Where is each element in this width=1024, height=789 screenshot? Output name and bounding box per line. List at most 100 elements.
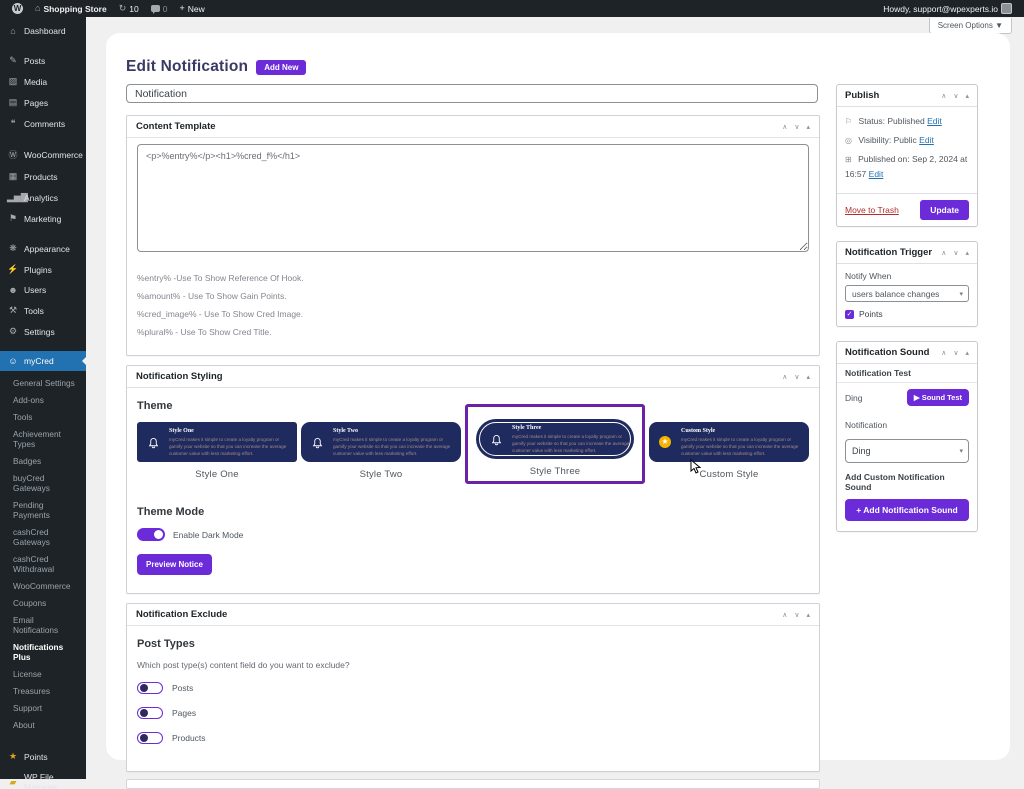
wp-logo-menu[interactable]: W bbox=[6, 0, 29, 17]
submenu-item-label: Support bbox=[13, 703, 42, 713]
box-title: Publish bbox=[845, 90, 879, 101]
update-button[interactable]: Update bbox=[920, 200, 969, 220]
submenu-item[interactable]: cashCred Withdrawal bbox=[0, 550, 86, 577]
submenu-item[interactable]: WooCommerce bbox=[0, 577, 86, 594]
move-up-icon[interactable]: ∧ bbox=[782, 123, 787, 131]
notification-title-input[interactable] bbox=[126, 84, 818, 103]
sidebar-item[interactable]: ❋ Appearance bbox=[0, 238, 86, 259]
move-down-icon[interactable]: ∨ bbox=[953, 249, 958, 257]
sidebar-item[interactable]: ★ Points bbox=[0, 746, 86, 767]
sidebar-item[interactable]: ▦ Products bbox=[0, 166, 86, 187]
home-icon: ⌂ bbox=[35, 4, 40, 13]
updates-menu[interactable]: ↻ 10 bbox=[113, 0, 145, 17]
submenu-item[interactable]: Treasures bbox=[0, 682, 86, 699]
move-to-trash-link[interactable]: Move to Trash bbox=[845, 205, 899, 215]
sidebar-item[interactable]: ⚡ Plugins bbox=[0, 259, 86, 280]
sound-test-button[interactable]: ▶ Sound Test bbox=[907, 389, 969, 406]
submenu-item[interactable]: Achievement Types bbox=[0, 425, 86, 452]
move-down-icon[interactable]: ∨ bbox=[794, 373, 799, 381]
submenu-item[interactable]: Support bbox=[0, 699, 86, 716]
content-template-textarea[interactable]: <p>%entry%</p><h1>%cred_f%</h1> bbox=[137, 144, 809, 252]
points-checkbox[interactable]: ✓ bbox=[845, 310, 854, 319]
move-up-icon[interactable]: ∧ bbox=[782, 611, 787, 619]
edit-link[interactable]: Edit bbox=[927, 116, 942, 126]
sidebar-item[interactable]: ⌂ Dashboard bbox=[0, 21, 86, 41]
submenu-item[interactable]: Tools bbox=[0, 408, 86, 425]
sidebar-item[interactable]: ⚒ Tools bbox=[0, 300, 86, 321]
comments-count: 0 bbox=[163, 4, 168, 14]
admin-sidebar: ⌂ Dashboard ✎ Posts ▨ Media ▤ Pages ❝ Co… bbox=[0, 17, 86, 779]
move-down-icon[interactable]: ∨ bbox=[953, 349, 958, 357]
submenu-item[interactable]: Notifications Plus bbox=[0, 638, 86, 665]
collapse-icon[interactable]: ▴ bbox=[806, 123, 810, 131]
bell-icon bbox=[491, 433, 502, 451]
sidebar-item-mycred[interactable]: ☺ myCred bbox=[0, 351, 86, 371]
screen-options-tab[interactable]: Screen Options ▼ bbox=[929, 18, 1012, 34]
add-sound-label: Add Notification Sound bbox=[863, 505, 957, 515]
edit-link[interactable]: Edit bbox=[869, 169, 884, 179]
preview-notice-button[interactable]: Preview Notice bbox=[137, 554, 212, 575]
exclude-toggle-row: Pages bbox=[137, 707, 809, 719]
sidebar-item[interactable]: ▨ Media bbox=[0, 71, 86, 92]
theme-option[interactable]: ★ Custom Style myCred makes it simple to… bbox=[649, 422, 809, 480]
sidebar-item[interactable]: ☻ Users bbox=[0, 280, 86, 300]
exclude-toggle[interactable] bbox=[137, 732, 163, 744]
submenu-item[interactable]: Coupons bbox=[0, 594, 86, 611]
sidebar-item[interactable]: ▂▅▇ Analytics bbox=[0, 187, 86, 208]
theme-option[interactable]: ★ Style Two myCred makes it simple to cr… bbox=[301, 422, 461, 480]
panel-title: Notification Styling bbox=[136, 371, 223, 382]
theme-option[interactable]: ★ Style Three myCred makes it simple to … bbox=[465, 404, 645, 484]
collapse-icon[interactable]: ▴ bbox=[965, 249, 969, 257]
account-menu[interactable]: Howdy, support@wpexperts.io bbox=[877, 0, 1018, 17]
exclude-toggle[interactable] bbox=[137, 707, 163, 719]
submenu-item[interactable]: Email Notifications bbox=[0, 611, 86, 638]
move-up-icon[interactable]: ∧ bbox=[941, 92, 946, 100]
submenu-item[interactable]: buyCred Gateways bbox=[0, 469, 86, 496]
submenu-item[interactable]: General Settings bbox=[0, 374, 86, 391]
collapse-icon[interactable]: ▴ bbox=[806, 611, 810, 619]
sidebar-item[interactable]: ⚙ Settings bbox=[0, 321, 86, 342]
move-down-icon[interactable]: ∨ bbox=[794, 611, 799, 619]
move-up-icon[interactable]: ∧ bbox=[782, 373, 787, 381]
template-note: %cred_image% - Use To Show Cred Image. bbox=[137, 305, 809, 323]
move-down-icon[interactable]: ∨ bbox=[794, 123, 799, 131]
plus-icon: + bbox=[179, 4, 184, 13]
submenu-item[interactable]: Add-ons bbox=[0, 391, 86, 408]
submenu-item[interactable]: License bbox=[0, 665, 86, 682]
add-notification-sound-button[interactable]: + Add Notification Sound bbox=[845, 499, 969, 521]
mycred-icon: ☺ bbox=[7, 356, 19, 366]
move-up-icon[interactable]: ∧ bbox=[941, 249, 946, 257]
submenu-item[interactable]: Pending Payments bbox=[0, 496, 86, 523]
new-content-menu[interactable]: + New bbox=[173, 0, 210, 17]
sidebar-item[interactable]: ⚑ Marketing bbox=[0, 208, 86, 229]
site-name-menu[interactable]: ⌂ Shopping Store bbox=[29, 0, 113, 17]
theme-option[interactable]: ★ Style One myCred makes it simple to cr… bbox=[137, 422, 297, 480]
plugins-icon: ⚡ bbox=[7, 264, 19, 275]
dark-mode-toggle[interactable] bbox=[137, 528, 165, 541]
add-new-button[interactable]: Add New bbox=[256, 60, 306, 75]
submenu-item[interactable]: Badges bbox=[0, 452, 86, 469]
exclude-toggle[interactable] bbox=[137, 682, 163, 694]
comments-menu[interactable]: 0 bbox=[145, 0, 174, 17]
sidebar-item-label: Posts bbox=[24, 56, 45, 66]
move-up-icon[interactable]: ∧ bbox=[941, 349, 946, 357]
submenu-item-label: cashCred Withdrawal bbox=[13, 554, 54, 574]
theme-options-row: ★ Style One myCred makes it simple to cr… bbox=[137, 422, 809, 488]
sound-select[interactable]: Ding ▾ bbox=[845, 439, 969, 463]
sidebar-item[interactable]: ▤ Pages bbox=[0, 92, 86, 113]
submenu-item[interactable]: About bbox=[0, 716, 86, 733]
submenu-item[interactable]: cashCred Gateways bbox=[0, 523, 86, 550]
products-icon: ▦ bbox=[7, 171, 19, 182]
submenu-item-label: General Settings bbox=[13, 378, 75, 388]
tools-icon: ⚒ bbox=[7, 305, 19, 316]
move-down-icon[interactable]: ∨ bbox=[953, 92, 958, 100]
collapse-icon[interactable]: ▴ bbox=[806, 373, 810, 381]
dark-mode-label: Enable Dark Mode bbox=[173, 530, 243, 540]
notify-when-select[interactable]: users balance changes ▾ bbox=[845, 285, 969, 302]
collapse-icon[interactable]: ▴ bbox=[965, 349, 969, 357]
sidebar-item[interactable]: ✎ Posts bbox=[0, 50, 86, 71]
sidebar-item[interactable]: ❝ Comments bbox=[0, 113, 86, 134]
edit-link[interactable]: Edit bbox=[919, 135, 934, 145]
collapse-icon[interactable]: ▴ bbox=[965, 92, 969, 100]
sidebar-item[interactable]: Ⓦ WooCommerce bbox=[0, 143, 86, 166]
